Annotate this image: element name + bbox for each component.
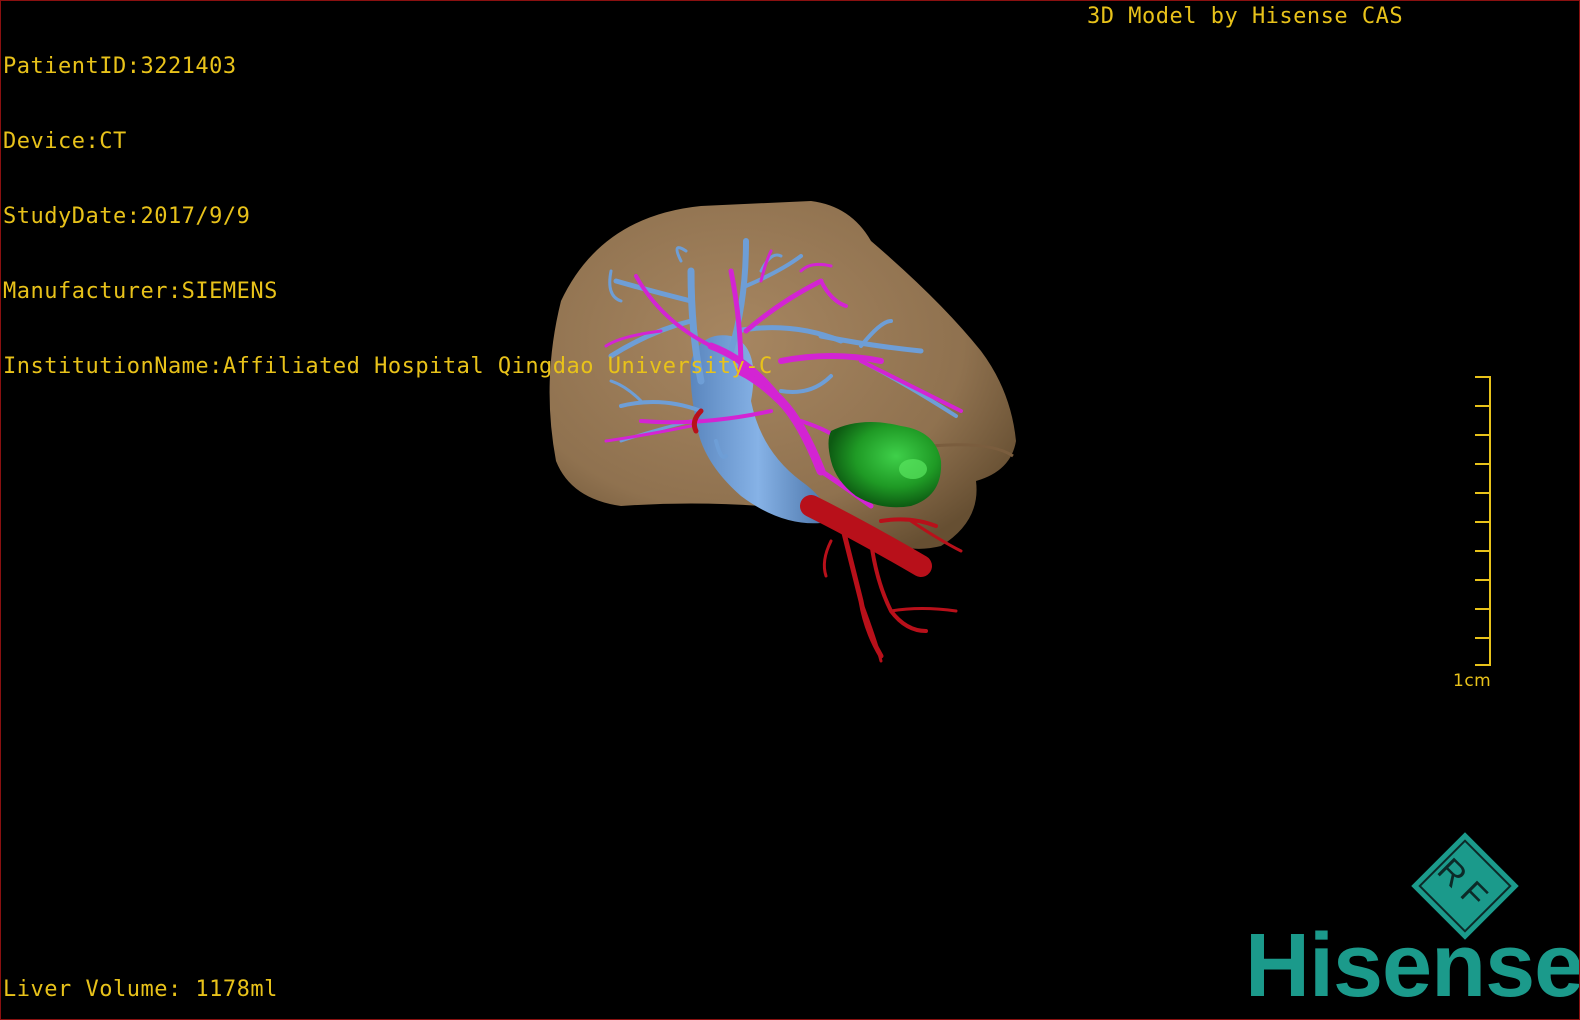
dicom-info-block: PatientID:3221403 Device:CT StudyDate:20… xyxy=(3,4,773,429)
lesion-highlight xyxy=(899,459,927,479)
scale-label: 1cm xyxy=(1453,671,1492,691)
liver-volume-label: Liver Volume: 1178ml xyxy=(3,977,278,1002)
study-date-label: StudyDate:2017/9/9 xyxy=(3,204,251,229)
patient-id-label: PatientID:3221403 xyxy=(3,54,237,79)
hisense-brand-text: Hisense xyxy=(1245,916,1580,1016)
manufacturer-label: Manufacturer:SIEMENS xyxy=(3,279,278,304)
device-label: Device:CT xyxy=(3,129,127,154)
3d-viewport[interactable]: PatientID:3221403 Device:CT StudyDate:20… xyxy=(0,0,1580,1020)
model-title: 3D Model by Hisense CAS xyxy=(1087,4,1404,29)
scale-bar xyxy=(1475,376,1491,666)
institution-label: InstitutionName:Affiliated Hospital Qing… xyxy=(3,354,773,379)
